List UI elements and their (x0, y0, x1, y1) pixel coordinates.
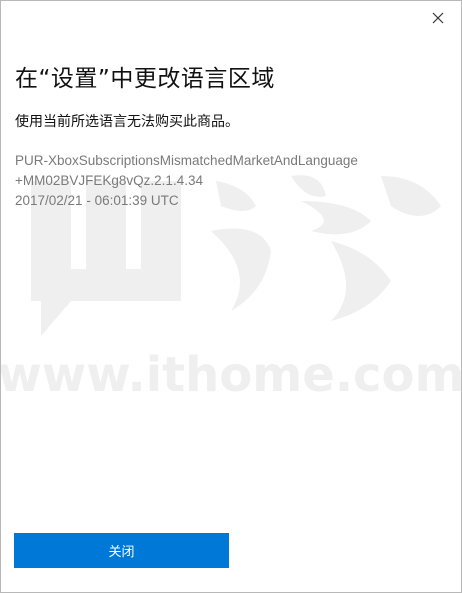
store-error-dialog: www.ithome.com 在“设置”中更改语言区域 使用当前所选语言无法购买… (0, 0, 462, 593)
error-timestamp: 2017/02/21 - 06:01:39 UTC (15, 193, 179, 208)
dialog-message: 使用当前所选语言无法购买此商品。 (15, 114, 239, 130)
error-code-line-1: PUR-XboxSubscriptionsMismatchedMarketAnd… (15, 153, 358, 168)
svg-text:www.ithome.com: www.ithome.com (1, 347, 461, 403)
error-details: PUR-XboxSubscriptionsMismatchedMarketAnd… (15, 151, 445, 211)
close-icon (432, 12, 444, 24)
close-dialog-button[interactable] (423, 5, 453, 31)
close-button[interactable]: 关闭 (14, 533, 229, 568)
error-code-line-2: +MM02BVJFEKg8vQz.2.1.4.34 (15, 173, 203, 188)
dialog-title: 在“设置”中更改语言区域 (15, 66, 275, 92)
